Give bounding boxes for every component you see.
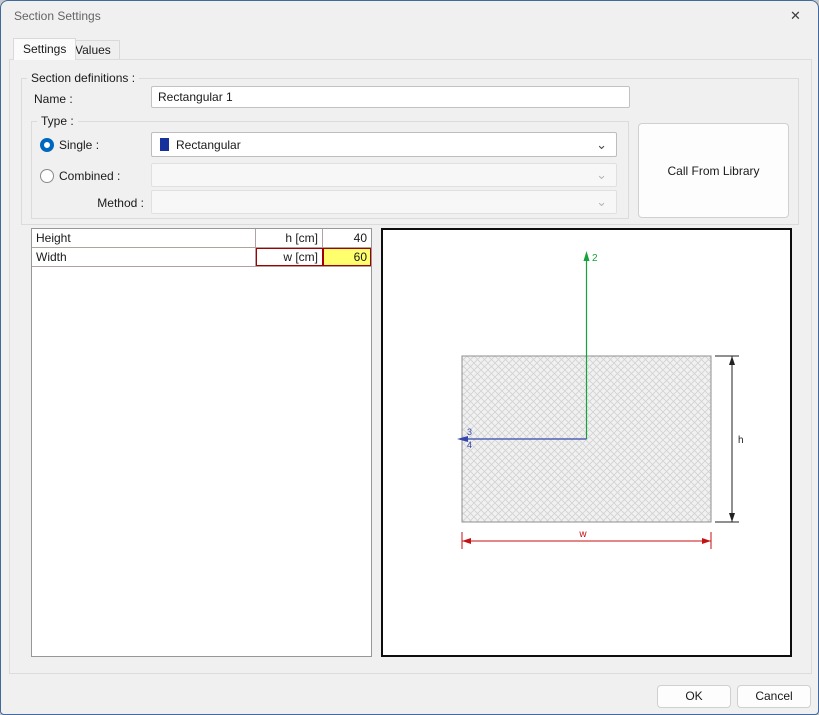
- tab-settings[interactable]: Settings: [13, 38, 76, 60]
- table-row-width[interactable]: Width w [cm] 60: [32, 248, 371, 267]
- axis-2-arrow: [584, 251, 590, 261]
- w-dim-arrow-right: [702, 538, 711, 544]
- ok-button[interactable]: OK: [657, 685, 731, 708]
- section-settings-dialog: Section Settings ✕ Settings Values Secti…: [0, 0, 819, 715]
- chevron-down-icon: ⌄: [596, 170, 607, 180]
- properties-table: Height h [cm] 40 Width w [cm] 60: [31, 228, 372, 657]
- close-icon[interactable]: ✕: [773, 1, 818, 31]
- property-unit-cell[interactable]: h [cm]: [256, 229, 323, 247]
- window-title: Section Settings: [14, 9, 101, 23]
- h-dim-arrow-bottom: [729, 513, 735, 522]
- axis-3-label: 3: [467, 427, 472, 437]
- combined-type-dropdown: ⌄: [151, 163, 617, 187]
- method-dropdown: ⌄: [151, 190, 617, 214]
- property-unit-cell[interactable]: w [cm]: [256, 248, 323, 266]
- property-name-cell[interactable]: Width: [32, 248, 256, 266]
- chevron-down-icon: ⌄: [596, 140, 607, 150]
- w-dim-arrow-left: [462, 538, 471, 544]
- w-dim-label: w: [578, 529, 587, 540]
- type-legend: Type :: [37, 114, 78, 128]
- property-value-cell[interactable]: 40: [323, 229, 371, 247]
- titlebar: Section Settings ✕: [1, 1, 818, 31]
- property-value-cell[interactable]: 60: [323, 248, 371, 266]
- combined-radio-label: Combined :: [59, 169, 120, 183]
- section-preview-canvas: 2 3 4 h w: [381, 228, 792, 657]
- axis-4-label: 4: [467, 440, 472, 450]
- section-definitions-legend: Section definitions :: [27, 71, 139, 85]
- cancel-button[interactable]: Cancel: [737, 685, 811, 708]
- single-radio-label: Single :: [59, 138, 99, 152]
- rectangular-section-icon: [160, 138, 169, 151]
- chevron-down-icon: ⌄: [596, 197, 607, 207]
- table-row-height[interactable]: Height h [cm] 40: [32, 229, 371, 248]
- call-from-library-button[interactable]: Call From Library: [638, 123, 789, 218]
- single-type-dropdown[interactable]: Rectangular ⌄: [151, 132, 617, 157]
- single-type-value: Rectangular: [176, 138, 596, 152]
- method-label: Method :: [61, 196, 144, 210]
- h-dim-arrow-top: [729, 356, 735, 365]
- h-dim-label: h: [738, 435, 744, 446]
- name-input[interactable]: [151, 86, 630, 108]
- combined-radio[interactable]: [40, 169, 54, 183]
- name-label: Name :: [34, 92, 73, 106]
- section-preview-drawing: 2 3 4 h w: [383, 230, 790, 655]
- axis-2-label: 2: [592, 253, 598, 264]
- single-radio[interactable]: [40, 138, 54, 152]
- property-name-cell[interactable]: Height: [32, 229, 256, 247]
